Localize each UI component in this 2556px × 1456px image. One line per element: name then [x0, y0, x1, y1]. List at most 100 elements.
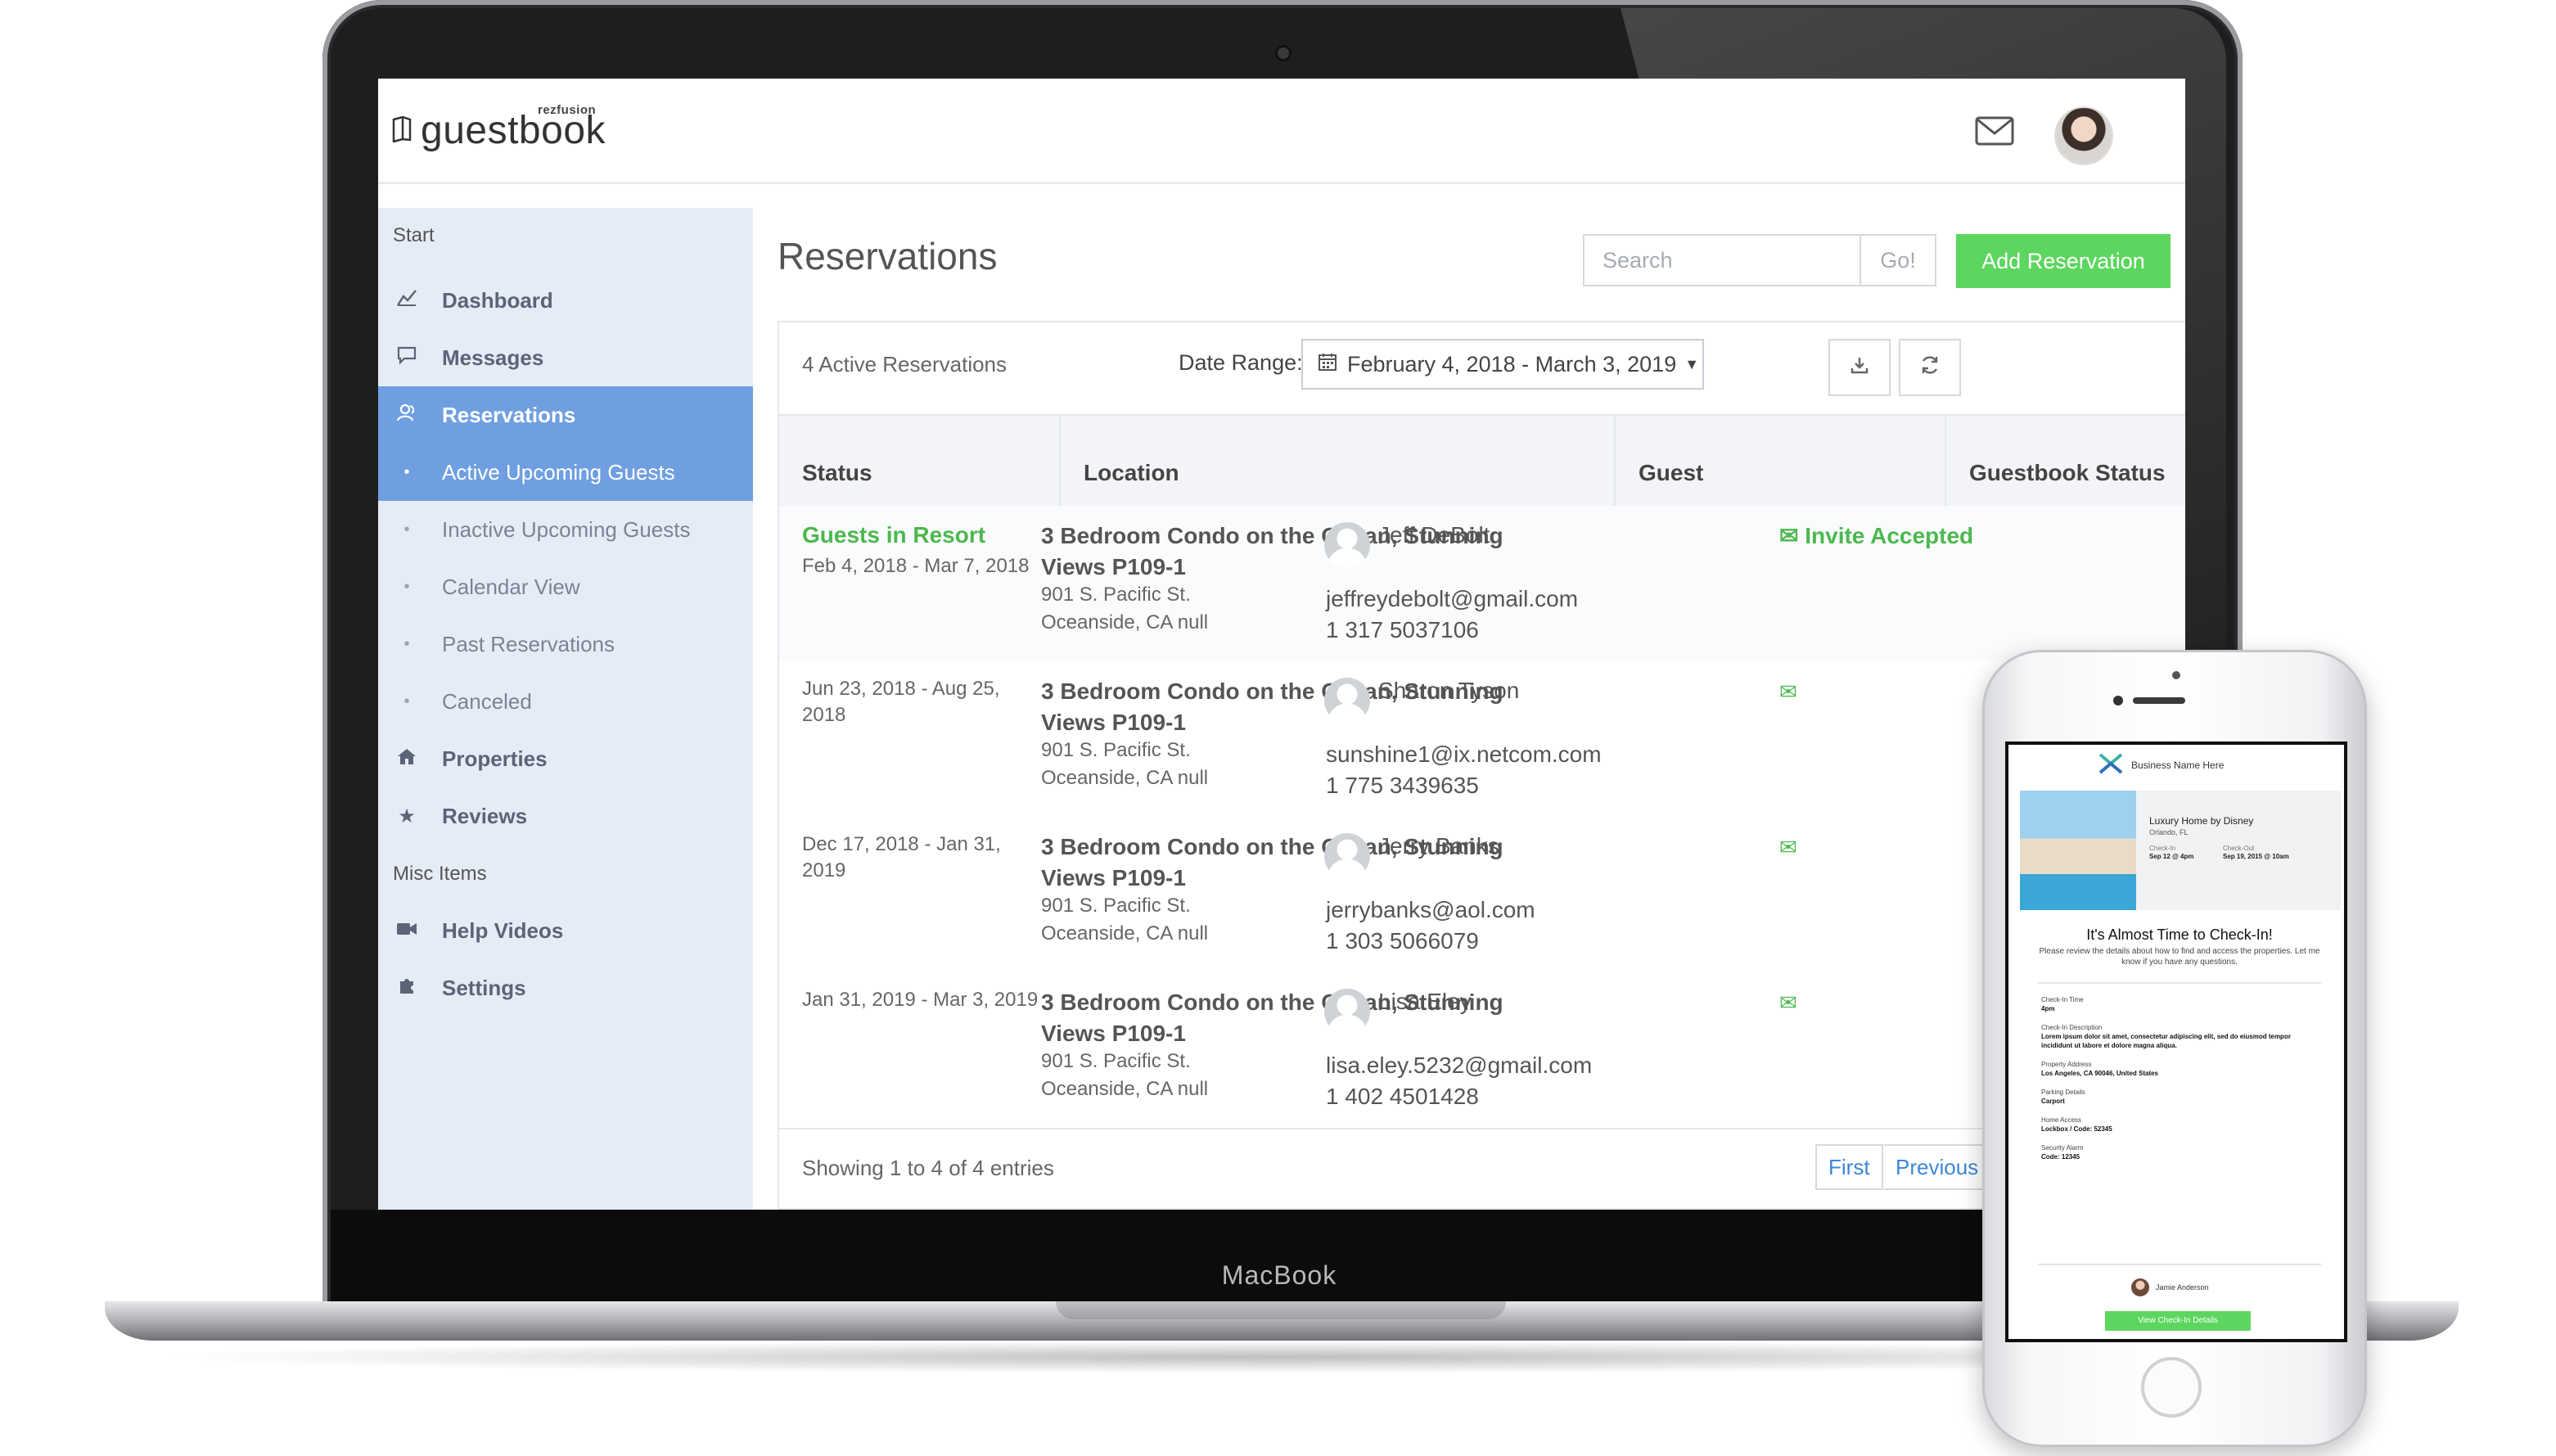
detail-label: Check-In Time — [2041, 996, 2084, 1003]
divider — [2038, 1264, 2321, 1265]
envelope-check-icon: ✉ — [1779, 523, 1799, 548]
checkin-value: Sep 12 @ 4pm — [2149, 853, 2194, 860]
column-header-status[interactable]: Status — [802, 460, 872, 486]
search-input[interactable] — [1583, 234, 1861, 286]
checkout-value: Sep 19, 2015 @ 10am — [2223, 853, 2289, 860]
sidebar-item-settings[interactable]: Settings — [378, 959, 753, 1016]
guest-avatar — [1324, 989, 1370, 1035]
sidebar-item-active-upcoming-guests[interactable]: • Active Upcoming Guests — [378, 444, 753, 501]
envelope-icon[interactable] — [1974, 115, 2015, 147]
property-city: Oceanside, CA null — [1041, 922, 1209, 944]
sidebar-section-misc: Misc Items — [393, 863, 487, 885]
detail-value: Lorem ipsum dolor sit amet, consectetur … — [2041, 1033, 2291, 1049]
business-name: Business Name Here — [2131, 760, 2225, 771]
sidebar-item-label: Dashboard — [442, 287, 553, 313]
date-range-picker[interactable]: February 4, 2018 - March 3, 2019 ▼ — [1301, 339, 1704, 390]
guest-name[interactable]: Lisa Eley — [1378, 989, 1472, 1015]
refresh-icon — [1919, 354, 1941, 381]
guest-name[interactable]: Sharon Tyson — [1378, 678, 1519, 704]
bullet-icon: • — [403, 462, 410, 481]
detail-value: Los Angeles, CA 90046, United States — [2041, 1070, 2159, 1077]
sidebar-item-help-videos[interactable]: Help Videos — [378, 902, 753, 959]
sidebar-item-calendar-view[interactable]: • Calendar View — [378, 558, 753, 615]
envelope-check-icon: ✉ — [1779, 835, 1797, 859]
checkin-label: Check-In — [2149, 845, 2176, 852]
column-header-location[interactable]: Location — [1084, 460, 1179, 486]
sidebar-item-label: Inactive Upcoming Guests — [442, 516, 691, 542]
table-row[interactable]: Jun 23, 2018 - Aug 25, 2018 3 Bedroom Co… — [779, 661, 2185, 818]
property-street: 901 S. Pacific St. — [1041, 584, 1191, 606]
property-name: Luxury Home by Disney — [2149, 815, 2254, 827]
table-row[interactable]: Dec 17, 2018 - Jan 31, 2019 3 Bedroom Co… — [779, 817, 2185, 974]
column-header-guestbook-status[interactable]: Guestbook Status — [1969, 460, 2166, 486]
calendar-icon — [1318, 352, 1337, 377]
active-reservations-count: 4 Active Reservations — [802, 352, 1008, 376]
phone-home-button[interactable] — [2141, 1357, 2202, 1418]
sidebar-item-past-reservations[interactable]: • Past Reservations — [378, 615, 753, 673]
phone-sensor — [2172, 671, 2180, 679]
guestbook-status-label: Invite Accepted — [1805, 523, 1974, 548]
sidebar-item-label: Messages — [442, 345, 544, 370]
property-city: Oceanside, CA null — [1041, 611, 1209, 633]
bullet-icon: • — [403, 520, 410, 539]
sidebar-item-label: Past Reservations — [442, 631, 615, 656]
view-checkin-details-button[interactable]: View Check-In Details — [2105, 1311, 2251, 1331]
column-divider — [1059, 414, 1061, 506]
detail-value: Carport — [2041, 1098, 2065, 1105]
pagination-first-button[interactable]: First — [1815, 1144, 1883, 1190]
caret-down-icon: ▼ — [1684, 355, 1700, 372]
users-icon — [394, 403, 419, 428]
envelope-check-icon: ✉ — [1779, 679, 1797, 704]
search-go-button[interactable]: Go! — [1861, 234, 1936, 286]
guestbook-status: ✉ Invite Accepted — [1779, 522, 1973, 549]
download-button[interactable] — [1828, 339, 1891, 396]
download-icon — [1850, 355, 1869, 381]
column-divider — [1614, 414, 1616, 506]
sidebar-item-inactive-upcoming-guests[interactable]: • Inactive Upcoming Guests — [378, 501, 753, 558]
top-bar: guestbook rezfusion — [378, 79, 2185, 184]
reservation-dates: Dec 17, 2018 - Jan 31, 2019 — [802, 833, 1001, 881]
pagination-previous-button[interactable]: Previous — [1884, 1144, 1992, 1190]
book-logo-icon — [392, 116, 412, 142]
guest-email[interactable]: jeffreydebolt@gmail.com — [1326, 586, 1578, 612]
laptop-camera — [1278, 47, 1289, 59]
detail-value: 4pm — [2041, 1005, 2055, 1012]
home-icon — [394, 747, 419, 771]
app-logo-brand: rezfusion — [538, 103, 597, 117]
sidebar-item-reservations[interactable]: Reservations — [378, 386, 753, 444]
laptop-screen: guestbook rezfusion Start Dashboard Mess… — [378, 79, 2185, 1210]
reservation-dates: Feb 4, 2018 - Mar 7, 2018 — [802, 555, 1030, 577]
table-info: Showing 1 to 4 of 4 entries — [802, 1156, 1054, 1180]
sidebar-item-reviews[interactable]: ★ Reviews — [378, 787, 753, 845]
detail-label: Parking Details — [2041, 1089, 2085, 1096]
guest-email[interactable]: sunshine1@ix.netcom.com — [1326, 742, 1602, 768]
add-reservation-button[interactable]: Add Reservation — [1956, 234, 2171, 288]
guest-email[interactable]: lisa.eley.5232@gmail.com — [1326, 1053, 1592, 1079]
guest-email[interactable]: jerrybanks@aol.com — [1326, 897, 1535, 923]
divider — [2038, 982, 2321, 984]
property-photo — [2020, 791, 2136, 910]
sidebar-item-label: Reservations — [442, 402, 576, 427]
phone-speaker — [2133, 697, 2185, 704]
chart-line-icon — [394, 289, 419, 313]
column-header-guest[interactable]: Guest — [1639, 460, 1703, 486]
table-row[interactable]: Jan 31, 2019 - Mar 3, 2019 3 Bedroom Con… — [779, 972, 2185, 1129]
user-avatar[interactable] — [2056, 108, 2112, 164]
guest-avatar — [1324, 833, 1370, 879]
sidebar-item-dashboard[interactable]: Dashboard — [378, 272, 753, 329]
property-name[interactable]: 3 Bedroom Condo on the Ocean, Stunning V… — [1041, 987, 1548, 1049]
sidebar-item-label: Canceled — [442, 688, 532, 714]
guest-phone: 1 775 3439635 — [1326, 773, 1479, 798]
sidebar-item-messages[interactable]: Messages — [378, 329, 753, 386]
refresh-button[interactable] — [1899, 339, 1961, 396]
sidebar-item-label: Help Videos — [442, 917, 564, 943]
sidebar-item-properties[interactable]: Properties — [378, 730, 753, 787]
reservation-dates: Jun 23, 2018 - Aug 25, 2018 — [802, 678, 1000, 726]
detail-value: Lockbox / Code: 52345 — [2041, 1125, 2112, 1133]
guest-name[interactable]: Jerry Banks — [1378, 833, 1499, 859]
sidebar-item-canceled[interactable]: • Canceled — [378, 673, 753, 730]
guest-name[interactable]: Jeff DeBolt — [1378, 522, 1490, 548]
bullet-icon: • — [403, 634, 410, 653]
business-logo-icon — [2098, 753, 2123, 774]
table-row[interactable]: Guests in Resort Feb 4, 2018 - Mar 7, 20… — [779, 506, 2185, 663]
